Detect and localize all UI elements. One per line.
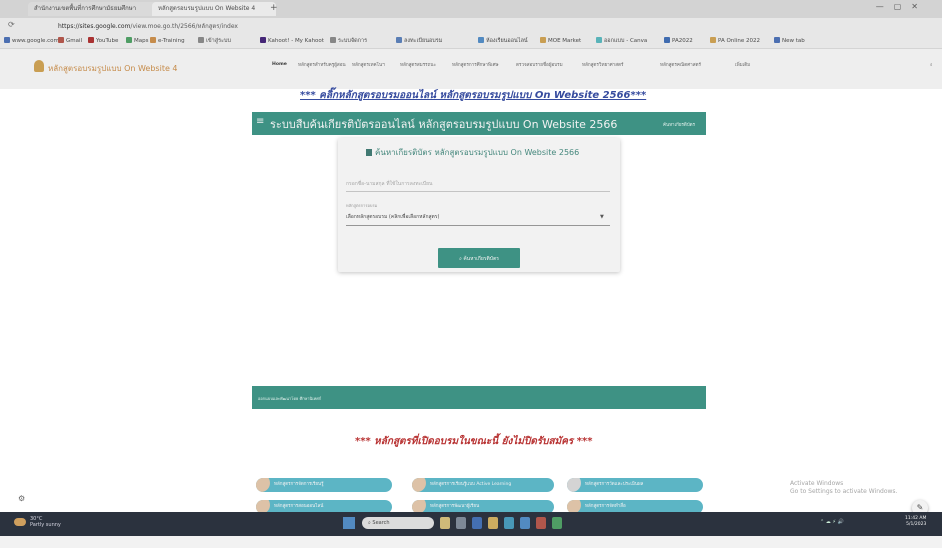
nav-item[interactable]: หลักสูตรสำหรับครูผู้สอน <box>298 62 346 69</box>
search-icon[interactable]: ⌕ <box>930 62 933 68</box>
taskbar-search[interactable]: ⌕ Search <box>362 517 434 529</box>
bookmark-item[interactable]: MOE Market <box>540 37 581 44</box>
file-explorer-icon[interactable] <box>488 517 498 529</box>
taskbar-clock[interactable]: 11:42 AM 5/1/2023 <box>905 516 926 528</box>
bookmark-item[interactable]: Kahoot! - My Kahoot <box>260 37 324 44</box>
bookmark-icon <box>478 37 484 43</box>
course-pill[interactable]: หลักสูตรการเรียนรู้แบบ Active Learning <box>412 478 554 492</box>
certificate-icon <box>366 149 372 156</box>
bookmark-icon <box>150 37 156 43</box>
bookmark-icon <box>4 37 10 43</box>
nav-item[interactable]: หลักสูตรวิทยาศาสตร์ <box>582 62 624 69</box>
reload-icon[interactable]: ⟳ <box>8 20 21 29</box>
browser-tab-active[interactable]: หลักสูตรอบรมรูปแบบ On Website 4 <box>152 2 276 16</box>
gmail-icon <box>58 37 64 43</box>
tab-label: หลักสูตรอบรมรูปแบบ On Website 4 <box>158 5 256 12</box>
site-logo-icon[interactable] <box>34 60 44 72</box>
url-domain: https://sites.google.com <box>58 23 131 30</box>
edge-browser-icon[interactable] <box>504 517 514 529</box>
course-select[interactable]: เลือกหลักสูตรอบรม (คลิกเพื่อเลือกหลักสูต… <box>346 209 610 226</box>
name-input[interactable]: กรอกชื่อ-นามสกุล ที่ใช้ในการลงทะเบียน <box>346 177 610 192</box>
nav-item[interactable]: หลักสูตรคณิตศาสตร์ <box>660 62 701 69</box>
chevron-down-icon[interactable]: ▼ <box>600 214 604 220</box>
store-icon[interactable] <box>520 517 530 529</box>
bookmark-icon <box>540 37 546 43</box>
bookmark-icon <box>396 37 402 43</box>
open-courses-heading: *** หลักสูตรที่เปิดอบรมในขณะนี้ ยังไม่ปิ… <box>355 436 593 447</box>
course-icon <box>256 478 270 492</box>
windows-taskbar <box>0 512 942 536</box>
bookmark-item[interactable]: www.google.com <box>4 37 59 44</box>
browser-tab[interactable]: สำนักงานเขตพื้นที่การศึกษามัธยมศึกษา <box>28 2 160 16</box>
tab-label: สำนักงานเขตพื้นที่การศึกษามัธยมศึกษา <box>34 5 137 12</box>
search-certificate-button[interactable]: ⌕ ค้นหาเกียรติบัตร <box>438 248 520 268</box>
course-link-heading[interactable]: *** คลิ๊กหลักสูตรอบรมออนไลน์ หลักสูตรอบร… <box>300 88 646 103</box>
folder-icon <box>198 37 204 43</box>
folder-icon <box>330 37 336 43</box>
weather-icon[interactable] <box>14 518 26 526</box>
system-tray-icons[interactable]: ⌃ ☁ ⚡ 🔊 <box>820 519 844 525</box>
windows-activation-watermark: Activate Windows Go to Settings to activa… <box>790 480 898 495</box>
menu-icon[interactable]: ≡ <box>256 116 264 127</box>
bookmark-item[interactable]: PA Online 2022 <box>710 37 760 44</box>
nav-item[interactable]: หลักสูตรเทคโนฯ <box>352 62 385 69</box>
widgets-icon[interactable] <box>440 517 450 529</box>
banner-title: ระบบสืบค้นเกียรติบัตรออนไลน์ หลักสูตรอบร… <box>270 118 618 131</box>
bookmark-icon <box>774 37 780 43</box>
bookmark-icon <box>710 37 716 43</box>
bookmark-item[interactable]: ลงทะเบียนอบรม <box>396 37 442 45</box>
word-icon[interactable] <box>536 517 546 529</box>
chat-icon[interactable] <box>472 517 482 529</box>
window-controls[interactable]: —▢✕ <box>876 2 928 11</box>
task-view-icon[interactable] <box>456 517 466 529</box>
bookmark-item[interactable]: Gmail <box>58 37 82 44</box>
kahoot-icon <box>260 37 266 43</box>
banner-right-link[interactable]: ค้นหาเกียรติบัตร <box>663 121 695 128</box>
footer-credit: ออกแบบและพัฒนาโดย ศึกษานิเทศก์ <box>258 396 322 401</box>
bookmark-item[interactable]: e-Training <box>150 37 185 44</box>
nav-item-home[interactable]: Home <box>272 62 287 67</box>
nav-item[interactable]: หลักสูตรสมรรถนะ <box>400 62 436 69</box>
chrome-icon[interactable] <box>552 517 562 529</box>
bookmark-item[interactable]: เข้าสู่ระบบ <box>198 37 231 45</box>
site-title[interactable]: หลักสูตรอบรมรูปแบบ On Website 4 <box>48 62 178 75</box>
youtube-icon <box>88 37 94 43</box>
bookmark-icon <box>664 37 670 43</box>
url-path: /view.moe.go.th/2566/หลักสูตร/index <box>130 23 238 30</box>
nav-item[interactable]: เพิ่มเติม <box>735 62 750 69</box>
course-icon <box>412 478 426 492</box>
canva-icon <box>596 37 602 43</box>
settings-gear-icon[interactable]: ⚙ <box>18 494 25 503</box>
course-icon <box>567 478 581 492</box>
windows-start-icon[interactable] <box>343 517 355 529</box>
course-pill[interactable]: หลักสูตรการจัดการเรียนรู้ <box>256 478 392 492</box>
bookmark-item[interactable]: ระบบจัดการ <box>330 37 367 45</box>
bookmark-item[interactable]: New tab <box>774 37 805 44</box>
bookmark-item[interactable]: Maps <box>126 37 148 44</box>
course-pill[interactable]: หลักสูตรการวัดและประเมินผล <box>567 478 703 492</box>
bookmark-item[interactable]: YouTube <box>88 37 118 44</box>
weather-widget[interactable]: 30°C Partly sunny <box>30 516 61 528</box>
card-heading: ค้นหาเกียรติบัตร หลักสูตรอบรมรูปแบบ On W… <box>366 146 579 159</box>
course-select-label: หลักสูตรการอบรม <box>346 203 378 208</box>
nav-item[interactable]: หลักสูตรการศึกษาพิเศษ <box>452 62 499 69</box>
bookmark-item[interactable]: ออกแบบ - Canva <box>596 37 647 45</box>
new-tab-plus-icon[interactable]: + <box>270 3 278 13</box>
bookmark-item[interactable]: ห้องเรียนออนไลน์ <box>478 37 528 45</box>
bottom-margin <box>0 536 942 548</box>
address-bar[interactable]: https://sites.google.com/view.moe.go.th/… <box>58 21 238 31</box>
maps-icon <box>126 37 132 43</box>
nav-item[interactable]: ตรวจสอบรายชื่อผู้อบรม <box>516 62 563 69</box>
bookmark-item[interactable]: PA2022 <box>664 37 693 44</box>
